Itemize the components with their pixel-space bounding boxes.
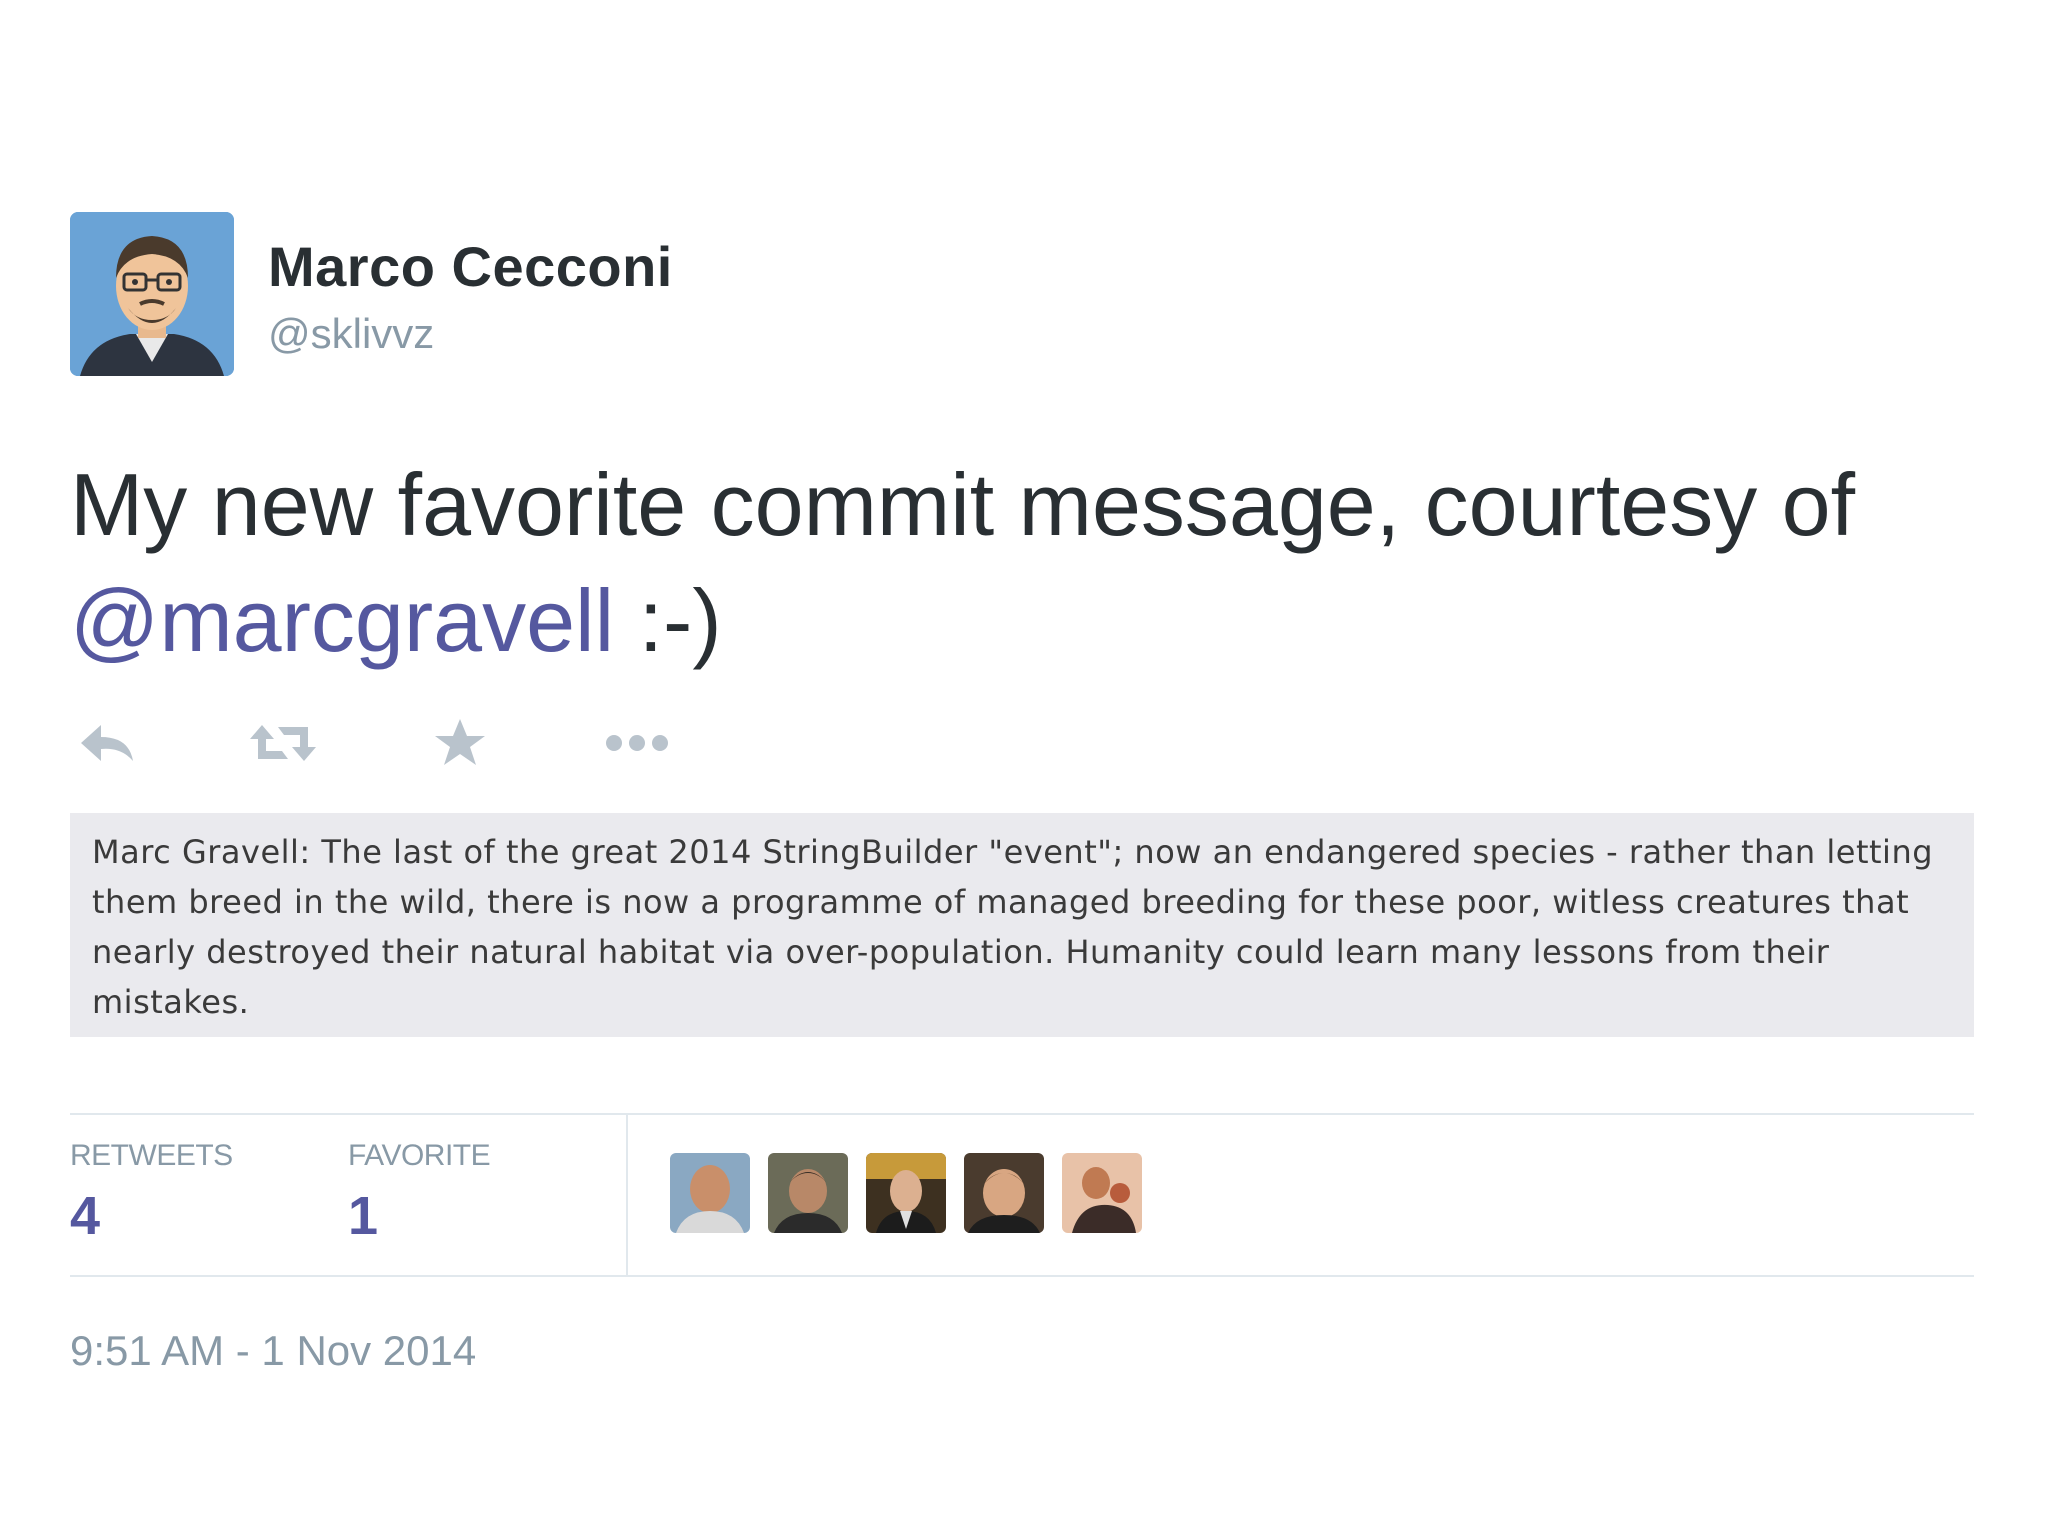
user-avatar-icon (670, 1153, 750, 1233)
user-avatar[interactable] (670, 1153, 750, 1233)
user-avatar[interactable] (1062, 1153, 1142, 1233)
favoriter-avatars (670, 1153, 1142, 1233)
tweet-timestamp[interactable]: 9:51 AM - 1 Nov 2014 (70, 1327, 1974, 1375)
user-avatar[interactable] (964, 1153, 1044, 1233)
user-avatar-icon (768, 1153, 848, 1233)
retweets-count: 4 (70, 1186, 101, 1246)
user-avatar-icon (964, 1153, 1044, 1233)
favorites-stat[interactable]: FAVORITE 1 (348, 1139, 491, 1247)
commit-message-image: Marc Gravell: The last of the great 2014… (70, 813, 1974, 1037)
more-button[interactable] (602, 713, 672, 773)
author-handle[interactable]: @sklivvz (268, 310, 434, 358)
mention-link[interactable]: @marcgravell (70, 571, 614, 670)
tweet-text-before: My new favorite commit message, courtesy… (70, 455, 1856, 554)
tweet-stats: RETWEETS 4 FAVORITE 1 (70, 1113, 1974, 1277)
cartoon-avatar-icon (70, 212, 234, 376)
author-name[interactable]: Marco Cecconi (268, 234, 673, 299)
favorite-button[interactable] (425, 713, 495, 773)
retweets-label: RETWEETS (70, 1139, 233, 1172)
favorites-label: FAVORITE (348, 1139, 491, 1172)
tweet-text-after: :-) (614, 571, 722, 670)
author-avatar[interactable] (70, 212, 234, 376)
user-avatar-icon (1062, 1153, 1142, 1233)
retweet-icon (250, 725, 316, 761)
more-icon (606, 735, 668, 751)
user-avatar-icon (866, 1153, 946, 1233)
favorite-icon (435, 719, 485, 765)
tweet-actions (70, 713, 1974, 773)
tweet-text: My new favorite commit message, courtesy… (70, 447, 1974, 679)
favorites-count: 1 (348, 1186, 379, 1246)
reply-button[interactable] (72, 713, 142, 773)
reply-icon (81, 725, 133, 761)
retweet-button[interactable] (248, 713, 318, 773)
retweets-stat[interactable]: RETWEETS 4 (70, 1139, 233, 1247)
tweet-header: Marco Cecconi @sklivvz (70, 212, 1974, 377)
stats-divider (626, 1115, 628, 1275)
user-avatar[interactable] (866, 1153, 946, 1233)
tweet-card: Marco Cecconi @sklivvz My new favorite c… (70, 212, 1974, 1375)
user-avatar[interactable] (768, 1153, 848, 1233)
